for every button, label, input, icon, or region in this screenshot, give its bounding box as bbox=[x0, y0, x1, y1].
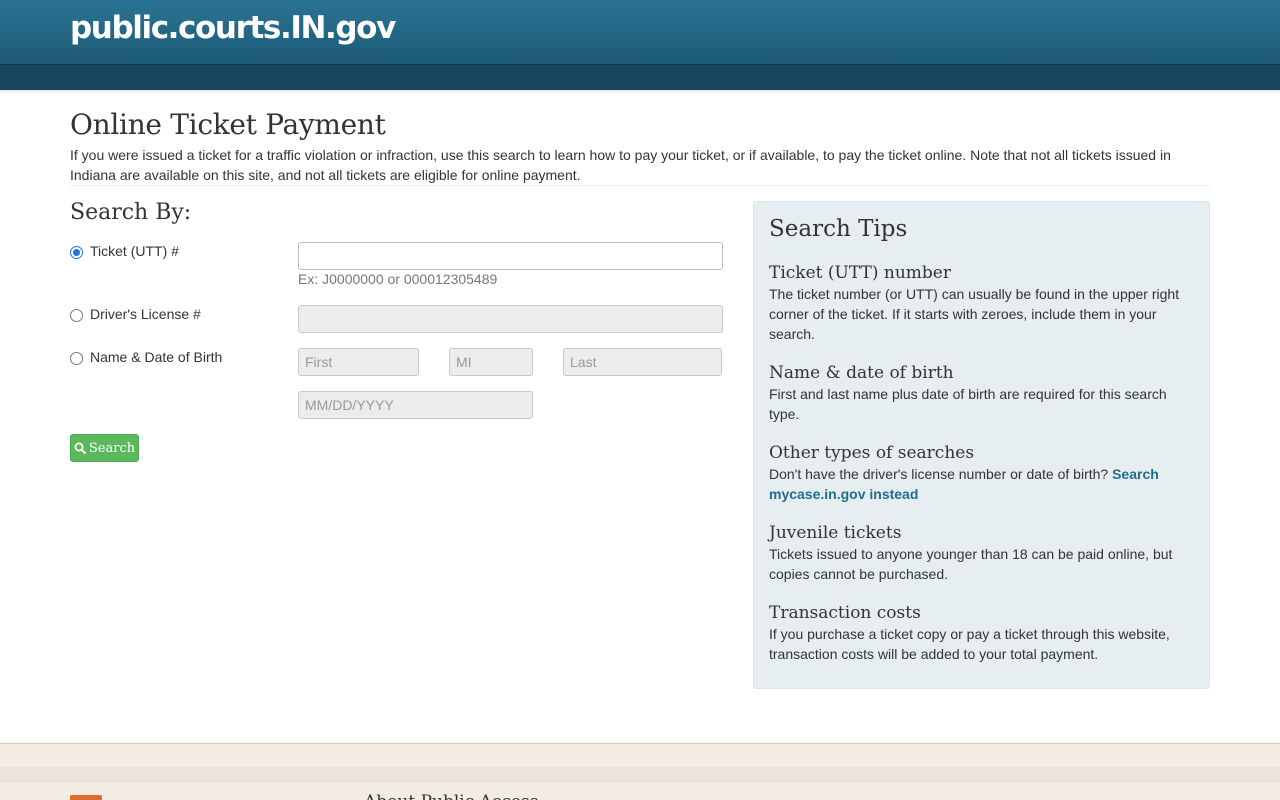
tip-juvenile: Juvenile tickets Tickets issued to anyon… bbox=[769, 522, 1199, 584]
search-button-label: Search bbox=[88, 440, 136, 456]
header-shadow bbox=[0, 90, 1280, 94]
ticket-number-input[interactable] bbox=[298, 242, 723, 270]
drivers-license-input[interactable] bbox=[298, 305, 723, 333]
tip-transaction-costs: Transaction costs If you purchase a tick… bbox=[769, 602, 1199, 664]
search-tips-title: Search Tips bbox=[769, 216, 908, 242]
intro-text: If you were issued a ticket for a traffi… bbox=[70, 147, 1171, 183]
tip-text: The ticket number (or UTT) can usually b… bbox=[769, 286, 1180, 342]
tip-heading: Juvenile tickets bbox=[769, 523, 902, 543]
label-drivers-license[interactable]: Driver's License # bbox=[90, 306, 201, 322]
tip-other-searches: Other types of searches Don't have the d… bbox=[769, 442, 1199, 504]
tip-text: If you purchase a ticket copy or pay a t… bbox=[769, 626, 1170, 662]
footer-logo bbox=[70, 795, 102, 800]
radio-ticket[interactable] bbox=[70, 246, 83, 259]
tip-name-dob: Name & date of birth First and last name… bbox=[769, 362, 1199, 424]
tip-heading: Transaction costs bbox=[769, 603, 921, 623]
radio-name-dob[interactable] bbox=[70, 352, 83, 365]
dob-input[interactable]: MM/DD/YYYY bbox=[298, 391, 533, 419]
nav-bar bbox=[0, 64, 1280, 90]
label-name-dob[interactable]: Name & Date of Birth bbox=[90, 349, 222, 365]
first-name-input[interactable]: First bbox=[298, 348, 419, 376]
footer-heading: About Public Access bbox=[364, 792, 538, 800]
tip-heading: Name & date of birth bbox=[769, 363, 954, 383]
site-brand-link[interactable]: public.courts.IN.gov bbox=[70, 10, 396, 46]
site-footer: About Public Access bbox=[0, 743, 1280, 800]
tip-heading: Ticket (UTT) number bbox=[769, 263, 951, 283]
tip-text: First and last name plus date of birth a… bbox=[769, 386, 1167, 422]
footer-band bbox=[0, 767, 1280, 783]
middle-initial-input[interactable]: MI bbox=[449, 348, 533, 376]
tip-text: Tickets issued to anyone younger than 18… bbox=[769, 546, 1173, 582]
tip-ticket-number: Ticket (UTT) number The ticket number (o… bbox=[769, 262, 1199, 344]
radio-drivers-license[interactable] bbox=[70, 309, 83, 322]
tip-text: Don't have the driver's license number o… bbox=[769, 466, 1109, 482]
search-by-heading: Search By: bbox=[70, 200, 192, 225]
label-ticket[interactable]: Ticket (UTT) # bbox=[90, 243, 179, 259]
search-icon bbox=[74, 442, 86, 454]
page-title: Online Ticket Payment bbox=[70, 108, 386, 141]
site-header: public.courts.IN.gov bbox=[0, 0, 1280, 64]
search-tips-panel: Search Tips Ticket (UTT) number The tick… bbox=[753, 201, 1210, 689]
search-button[interactable]: Search bbox=[70, 434, 139, 462]
tip-text-with-link: Don't have the driver's license number o… bbox=[769, 464, 1199, 504]
ticket-hint: Ex: J0000000 or 000012305489 bbox=[298, 271, 498, 287]
tip-heading: Other types of searches bbox=[769, 443, 975, 463]
divider bbox=[70, 185, 1210, 186]
last-name-input[interactable]: Last bbox=[563, 348, 722, 376]
